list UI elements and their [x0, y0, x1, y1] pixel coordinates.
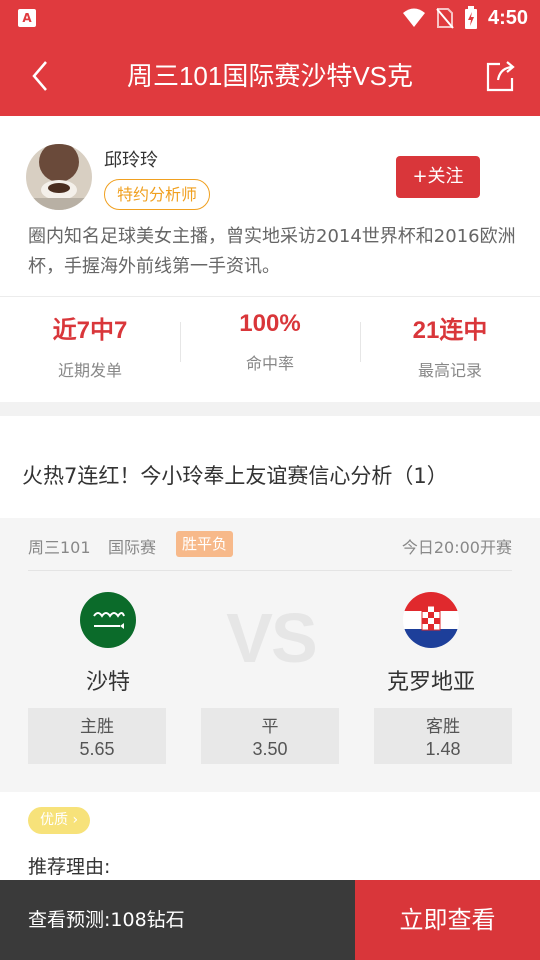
- avatar[interactable]: [26, 144, 92, 210]
- wifi-icon: [402, 8, 425, 27]
- odds-label: 主胜: [80, 717, 114, 737]
- no-sim-icon: [436, 8, 454, 29]
- analyst-bio: 圈内知名足球美女主播，曾实地采访2014世界杯和2016欧洲杯，手握海外前线第一…: [28, 226, 516, 277]
- chevron-left-icon: [32, 61, 47, 91]
- odds-value: 3.50: [252, 739, 288, 759]
- vs-label: VS: [226, 599, 317, 677]
- stat-recent: 近7中7 近期发单: [0, 296, 180, 402]
- odds-label: 客胜: [426, 717, 460, 737]
- match-card: 周三101 国际赛 胜平负 今日20:00开赛 沙特 VS 克罗地亚 主胜 5.…: [0, 518, 540, 792]
- kickoff-time: 今日20:00开赛: [401, 538, 512, 557]
- view-now-button[interactable]: 立即查看: [355, 880, 540, 960]
- saudi-flag-icon: [80, 592, 136, 648]
- stat-value: 100%: [239, 310, 301, 337]
- back-button[interactable]: [22, 56, 62, 96]
- status-icons: 4:50: [402, 5, 528, 31]
- bottom-bar: 查看预测:108钻石 立即查看: [0, 880, 540, 960]
- bet-type-tag: 胜平负: [176, 531, 234, 557]
- share-button[interactable]: [480, 56, 520, 96]
- match-league: 国际赛: [108, 538, 157, 557]
- title-bar: 周三101国际赛沙特VS克: [0, 36, 540, 116]
- odds-label: 平: [261, 717, 279, 737]
- odds-away-win[interactable]: 客胜 1.48: [374, 708, 512, 764]
- page-title: 周三101国际赛沙特VS克: [126, 61, 414, 91]
- chevron-right-icon: ›: [72, 812, 79, 828]
- reason-label: 推荐理由:: [28, 856, 111, 878]
- stat-label: 命中率: [245, 354, 294, 373]
- stat-hit-rate: 100% 命中率: [180, 296, 360, 402]
- home-team-name: 沙特: [85, 670, 130, 695]
- article-title: 火热7连红！今小玲奉上友谊赛信心分析（1）: [22, 464, 448, 488]
- analyst-badge: 特约分析师: [104, 179, 211, 210]
- away-team-name: 克罗地亚: [386, 670, 475, 695]
- battery-charging-icon: [464, 6, 477, 29]
- app-notification-icon: A: [18, 9, 36, 27]
- stat-best-record: 21连中 最高记录: [360, 296, 540, 402]
- article-header: 火热7连红！今小玲奉上友谊赛信心分析（1）: [0, 416, 540, 518]
- price-text: 查看预测:108钻石: [0, 880, 355, 960]
- odds-home-win[interactable]: 主胜 5.65: [28, 708, 166, 764]
- clock: 4:50: [487, 6, 528, 29]
- stat-label: 最高记录: [417, 361, 482, 380]
- quality-tag: 优质 ›: [28, 807, 91, 834]
- stat-value: 21连中: [412, 317, 488, 344]
- odds-value: 1.48: [425, 739, 461, 759]
- quality-label: 优质: [40, 812, 68, 828]
- stat-label: 近期发单: [57, 361, 122, 380]
- odds-draw[interactable]: 平 3.50: [201, 708, 339, 764]
- odds-value: 5.65: [79, 739, 115, 759]
- share-icon: [486, 61, 515, 92]
- croatia-flag-icon: [403, 592, 459, 648]
- reason-section: 优质 › 推荐理由:: [0, 792, 540, 880]
- analyst-name: 邱玲玲: [104, 150, 158, 171]
- stat-value: 近7中7: [52, 317, 128, 344]
- analyst-profile: 邱玲玲 特约分析师 +关注 圈内知名足球美女主播，曾实地采访2014世界杯和20…: [0, 116, 540, 402]
- divider: [28, 570, 512, 571]
- status-bar: A 4:50: [0, 0, 540, 36]
- follow-button[interactable]: +关注: [396, 156, 480, 198]
- match-code: 周三101: [28, 538, 91, 557]
